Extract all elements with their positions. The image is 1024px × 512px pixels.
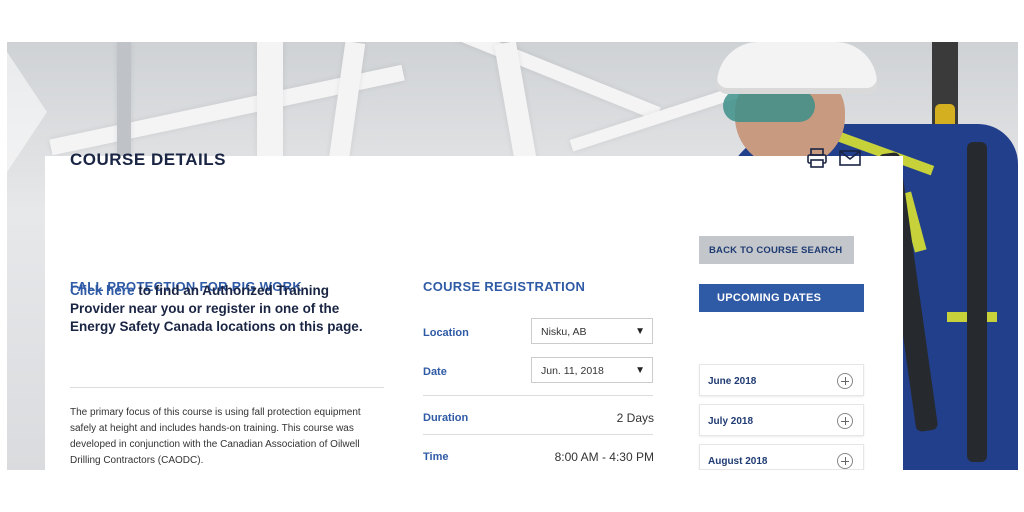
printer-icon[interactable] xyxy=(806,147,828,169)
date-select[interactable]: Jun. 11, 2018 ▼ xyxy=(531,357,653,383)
mail-icon[interactable] xyxy=(839,149,861,167)
month-label: June 2018 xyxy=(708,376,757,387)
location-label: Location xyxy=(423,327,469,339)
hero-goggles xyxy=(723,90,815,122)
divider xyxy=(423,395,653,396)
divider xyxy=(423,434,653,435)
page-bottom-margin xyxy=(0,470,1024,512)
hero-beam xyxy=(117,42,131,162)
location-select[interactable]: Nisku, AB ▼ xyxy=(531,318,653,344)
dropdown-arrow-icon: ▼ xyxy=(635,365,645,376)
month-label: August 2018 xyxy=(708,456,768,467)
upcoming-dates-header: UPCOMING DATES xyxy=(699,284,864,312)
hero-beam xyxy=(433,42,661,121)
duration-label: Duration xyxy=(423,412,469,424)
month-label: July 2018 xyxy=(708,416,754,427)
page-title: COURSE DETAILS xyxy=(70,150,226,169)
plus-circle-icon[interactable] xyxy=(837,453,853,469)
hero-harness xyxy=(967,142,987,462)
month-item-august[interactable]: August 2018 xyxy=(699,444,864,470)
time-label: Time xyxy=(423,451,449,463)
location-value: Nisku, AB xyxy=(541,326,587,338)
plus-circle-icon[interactable] xyxy=(837,373,853,389)
dropdown-arrow-icon: ▼ xyxy=(635,326,645,337)
time-value: 8:00 AM - 4:30 PM xyxy=(554,450,654,464)
hero-helmet xyxy=(717,42,877,94)
hero-chevron xyxy=(7,52,47,172)
date-label: Date xyxy=(423,366,447,378)
month-item-july[interactable]: July 2018 xyxy=(699,404,864,436)
course-description: The primary focus of this course is usin… xyxy=(70,407,361,466)
duration-value: 2 Days xyxy=(616,411,654,425)
date-value: Jun. 11, 2018 xyxy=(541,365,604,377)
lead-paragraph: Click here to find an Authorized Trainin… xyxy=(70,282,380,336)
month-item-june[interactable]: June 2018 xyxy=(699,364,864,396)
plus-circle-icon[interactable] xyxy=(837,413,853,429)
hero-beam xyxy=(328,42,366,163)
divider xyxy=(70,387,384,388)
back-to-course-search-button[interactable]: BACK TO COURSE SEARCH xyxy=(699,236,854,264)
registration-heading: COURSE REGISTRATION xyxy=(423,279,586,294)
click-here-link[interactable]: Click here xyxy=(70,283,135,298)
